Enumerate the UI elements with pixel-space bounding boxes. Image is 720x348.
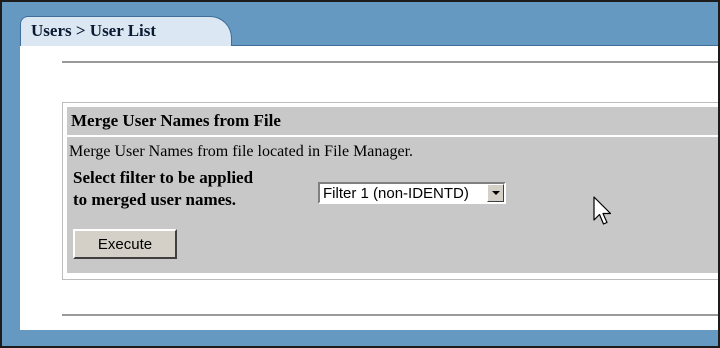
dropdown-arrow-icon[interactable]	[487, 184, 504, 202]
filter-select-value: Filter 1 (non-IDENTD)	[323, 185, 469, 202]
panel-body: Merge User Names from file located in Fi…	[67, 137, 718, 273]
breadcrumb: Users > User List	[31, 21, 157, 40]
filter-label-line1: Select filter to be applied	[73, 168, 254, 187]
content-area: Merge User Names from File Merge User Na…	[20, 45, 718, 330]
mouse-pointer-icon	[593, 196, 612, 225]
merge-panel: Merge User Names from File Merge User Na…	[62, 102, 718, 280]
filter-label: Select filter to be applied to merged us…	[73, 167, 253, 211]
top-divider	[62, 61, 718, 64]
bottom-divider	[62, 314, 718, 317]
execute-button[interactable]: Execute	[73, 229, 177, 259]
panel-header: Merge User Names from File	[67, 107, 718, 137]
breadcrumb-tab: Users > User List	[20, 16, 232, 46]
window-frame: Users > User List Merge User Names from …	[0, 0, 720, 348]
filter-select[interactable]: Filter 1 (non-IDENTD)	[318, 182, 506, 204]
panel-description: Merge User Names from file located in Fi…	[69, 143, 414, 160]
panel-title: Merge User Names from File	[71, 111, 281, 130]
filter-label-line2: to merged user names.	[73, 190, 237, 209]
